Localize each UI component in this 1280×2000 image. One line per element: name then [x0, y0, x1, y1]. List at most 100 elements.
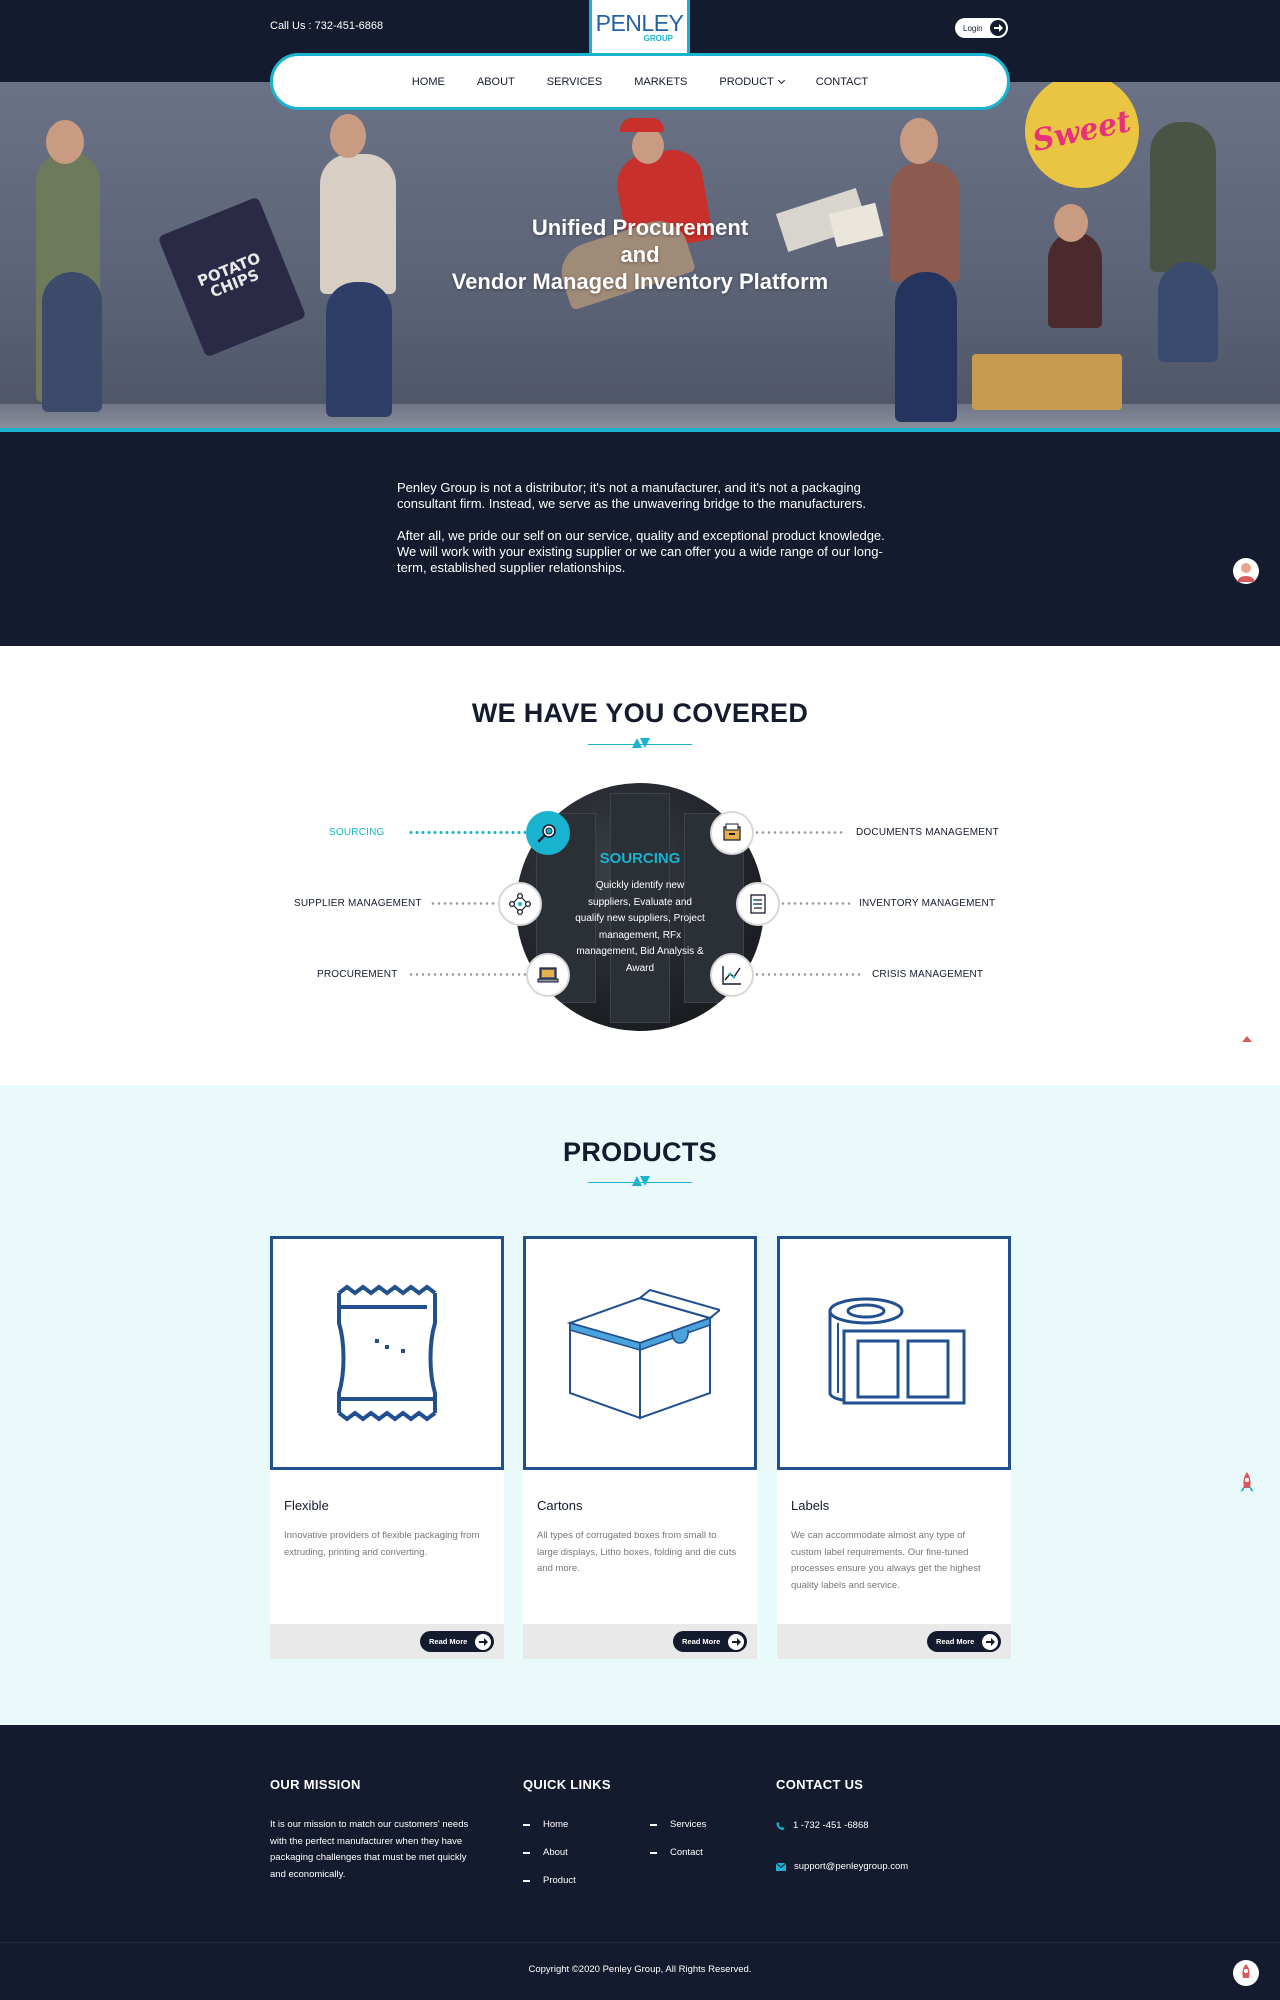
connector-dots: [408, 973, 526, 976]
hero-person-head: [46, 120, 84, 164]
rocket-avatar-icon[interactable]: [1233, 1960, 1259, 1986]
read-more-button[interactable]: Read More: [927, 1631, 1001, 1652]
main-nav: HOME ABOUT SERVICES MARKETS PRODUCT CONT…: [270, 53, 1010, 110]
potato-chips-bag: POTATO CHIPS: [157, 196, 307, 358]
sweet-sign: Sweet: [1025, 82, 1139, 188]
login-label: Login: [963, 23, 983, 33]
line-chart-icon[interactable]: [710, 953, 754, 997]
nav-services[interactable]: SERVICES: [531, 76, 618, 88]
footer-link-contact[interactable]: Contact: [650, 1847, 703, 1858]
product-description: Innovative providers of flexible packagi…: [284, 1530, 480, 1558]
phone-icon: [776, 1821, 785, 1830]
dash-icon: [650, 1823, 657, 1826]
title-divider: [588, 738, 692, 750]
hero-banner: POTATO CHIPS Sweet Unified Procurement a…: [0, 82, 1280, 430]
hero-person-head: [330, 114, 366, 158]
phone-number: 1 -732 -451 -6868: [793, 1820, 869, 1831]
nav-markets[interactable]: MARKETS: [618, 76, 703, 88]
service-supplier-management[interactable]: SUPPLIER MANAGEMENT: [294, 898, 422, 909]
footer-link-product[interactable]: Product: [523, 1875, 576, 1886]
hero-person-head: [900, 118, 938, 164]
service-inventory-management[interactable]: INVENTORY MANAGEMENT: [859, 898, 995, 909]
product-card-labels[interactable]: Labels We can accommodate almost any typ…: [777, 1236, 1011, 1659]
hero-person-legs: [1158, 262, 1218, 362]
hero-person-legs: [326, 282, 392, 417]
footer-link-about[interactable]: About: [523, 1847, 568, 1858]
checklist-icon[interactable]: [736, 882, 780, 926]
connector-dots: [780, 902, 850, 905]
file-drawer-icon[interactable]: [710, 811, 754, 855]
products-title: PRODUCTS: [563, 1137, 717, 1167]
read-more-label: Read More: [936, 1637, 975, 1646]
arrow-right-icon: [728, 1633, 744, 1650]
read-more-button[interactable]: Read More: [673, 1631, 747, 1652]
dash-icon: [523, 1823, 530, 1826]
read-more-button[interactable]: Read More: [420, 1631, 494, 1652]
footer-link-label: Home: [543, 1819, 569, 1830]
nav-home[interactable]: HOME: [396, 76, 461, 88]
hero-title-line1: Unified Procurement: [531, 215, 749, 240]
chips-label: POTATO CHIPS: [194, 248, 264, 302]
service-sourcing[interactable]: SOURCING: [329, 827, 385, 838]
rocket-icon[interactable]: [1240, 1472, 1254, 1494]
scroll-up-icon[interactable]: [1240, 1030, 1254, 1042]
active-service-description: Quickly identify new suppliers, Evaluate…: [575, 880, 705, 974]
hero-boy-head: [1054, 204, 1088, 242]
product-title: Cartons: [537, 1498, 583, 1513]
hero-title-line2: and: [620, 242, 660, 267]
card-footer: Read More: [270, 1624, 504, 1659]
card-footer: Read More: [777, 1624, 1011, 1659]
footer-phone[interactable]: 1 -732 -451 -6868: [776, 1820, 869, 1831]
service-procurement[interactable]: PROCUREMENT: [317, 969, 398, 980]
logo-text: PENLEY: [595, 10, 684, 36]
covered-title: WE HAVE YOU COVERED: [471, 698, 809, 728]
email-address: support@penleygroup.com: [794, 1861, 909, 1872]
hero-person: [1150, 122, 1216, 272]
product-card-cartons[interactable]: Cartons All types of corrugated boxes fr…: [523, 1236, 757, 1659]
wooden-crate: [972, 354, 1122, 410]
dash-icon: [523, 1879, 530, 1882]
laptop-icon[interactable]: [526, 953, 570, 997]
connector-dots: [408, 831, 526, 834]
service-crisis-management[interactable]: CRISIS MANAGEMENT: [872, 969, 983, 980]
envelope-icon: [776, 1862, 786, 1871]
magnifier-icon[interactable]: [526, 811, 570, 855]
footer-link-home[interactable]: Home: [523, 1819, 568, 1830]
logo[interactable]: PENLEY GROUP: [589, 0, 690, 58]
nav-about[interactable]: ABOUT: [461, 76, 531, 88]
arrow-right-icon: [990, 20, 1006, 36]
dash-icon: [523, 1851, 530, 1854]
hero-boy: [1048, 232, 1102, 328]
nav-contact[interactable]: CONTACT: [800, 76, 884, 88]
footer-contact-title: CONTACT US: [776, 1777, 864, 1792]
dash-icon: [650, 1851, 657, 1854]
title-divider: [588, 1176, 692, 1188]
nav-product[interactable]: PRODUCT: [703, 76, 799, 88]
footer-email[interactable]: support@penleygroup.com: [776, 1861, 908, 1872]
footer-links-title: QUICK LINKS: [523, 1777, 611, 1792]
read-more-label: Read More: [682, 1637, 721, 1646]
network-icon[interactable]: [498, 882, 542, 926]
connector-dots: [754, 973, 862, 976]
footer-divider: [0, 1942, 1280, 1943]
hero-runner-head: [632, 128, 664, 164]
product-card-flexible[interactable]: Flexible Innovative providers of flexibl…: [270, 1236, 504, 1659]
footer-link-label: Services: [670, 1819, 707, 1830]
hero-title-line3: Vendor Managed Inventory Platform: [451, 269, 829, 294]
hero-person-legs: [42, 272, 102, 412]
footer-link-label: Product: [543, 1875, 576, 1886]
red-cap: [620, 118, 664, 132]
product-description: We can accommodate almost any type of cu…: [791, 1530, 981, 1591]
flexible-pouch-icon: [270, 1236, 504, 1470]
login-button[interactable]: Login: [955, 18, 1008, 38]
footer-mission-text: It is our mission to match our customers…: [270, 1819, 469, 1880]
read-more-label: Read More: [429, 1637, 468, 1646]
chat-avatar-icon[interactable]: [1233, 558, 1259, 584]
logo-subtext: GROUP: [643, 34, 673, 43]
footer-link-label: About: [543, 1847, 568, 1858]
copyright-text: Copyright ©2020 Penley Group, All Rights…: [528, 1964, 752, 1975]
sweet-sign-text: Sweet: [1029, 103, 1135, 159]
product-description: All types of corrugated boxes from small…: [537, 1530, 737, 1574]
service-documents-management[interactable]: DOCUMENTS MANAGEMENT: [856, 827, 999, 838]
footer-link-services[interactable]: Services: [650, 1819, 706, 1830]
